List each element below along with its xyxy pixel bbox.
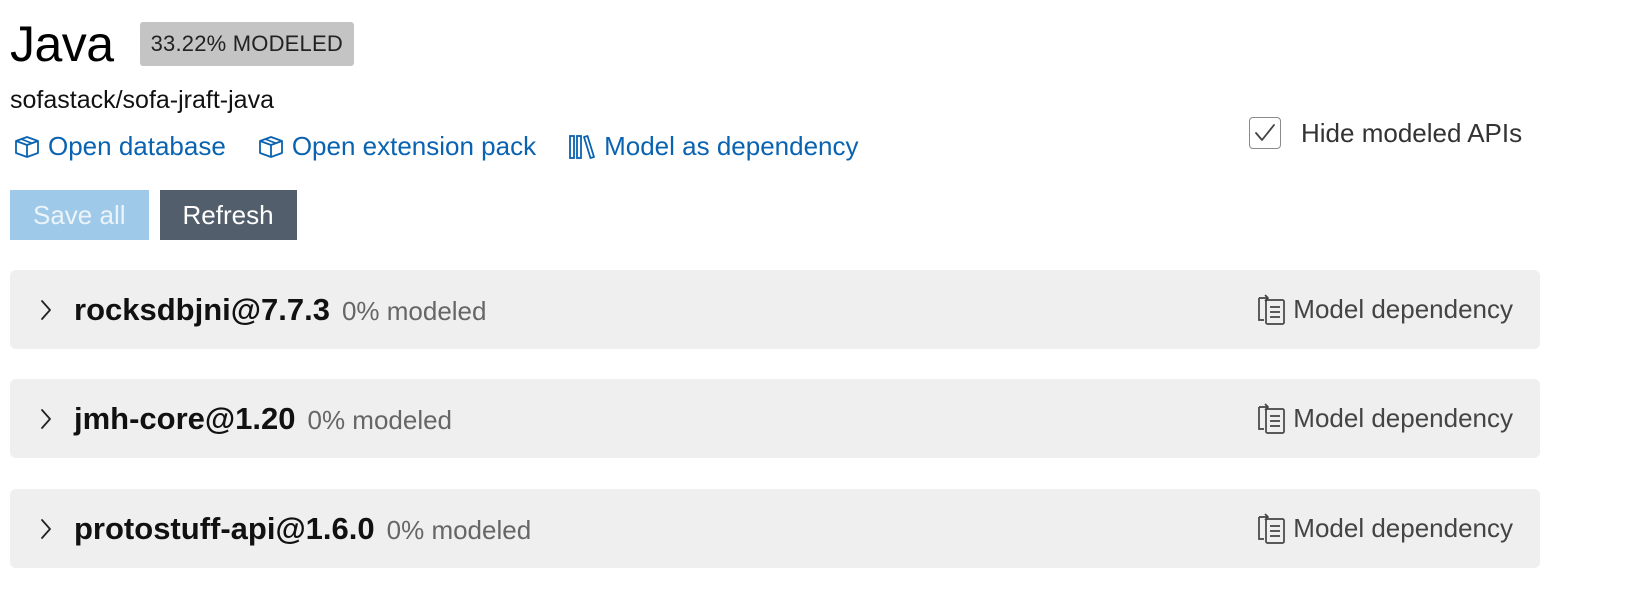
- dependency-row[interactable]: protostuff-api@1.6.0 0% modeled Model de…: [10, 489, 1540, 568]
- dependency-modeled-percentage: 0% modeled: [341, 295, 487, 326]
- refresh-button[interactable]: Refresh: [159, 190, 297, 240]
- model-as-dependency-label: Model as dependency: [604, 131, 859, 161]
- dependency-name: protostuff-api@1.6.0: [74, 510, 375, 546]
- action-links: Open database Open extension pack Model …: [14, 131, 891, 162]
- dependency-row[interactable]: rocksdbjni@7.7.3 0% modeled Model depend…: [10, 270, 1540, 349]
- model-dependency-icon: [1258, 402, 1286, 434]
- dependency-title: protostuff-api@1.6.0 0% modeled: [74, 511, 531, 547]
- model-dependency-button[interactable]: Model dependency: [1255, 512, 1513, 545]
- hide-modeled-apis-label: Hide modeled APIs: [1301, 117, 1523, 148]
- open-database-link[interactable]: Open database: [14, 131, 226, 162]
- page-title: Java: [10, 16, 114, 72]
- dependency-row[interactable]: jmh-core@1.20 0% modeled Model dependenc…: [10, 379, 1540, 458]
- dependency-modeled-percentage: 0% modeled: [307, 404, 453, 435]
- checkmark-icon: [1255, 124, 1275, 141]
- model-dependency-icon: [1258, 512, 1286, 544]
- model-dependency-button[interactable]: Model dependency: [1255, 402, 1513, 435]
- chevron-right-icon[interactable]: [38, 407, 54, 431]
- chevron-right-icon[interactable]: [38, 298, 54, 322]
- open-extension-pack-label: Open extension pack: [291, 131, 537, 161]
- package-icon: [258, 135, 283, 158]
- hide-modeled-apis-checkbox[interactable]: [1249, 117, 1281, 149]
- open-extension-pack-link[interactable]: Open extension pack: [258, 131, 536, 162]
- dependency-title: rocksdbjni@7.7.3 0% modeled: [74, 292, 486, 328]
- package-icon: [15, 135, 39, 158]
- model-dependency-label: Model dependency: [1293, 513, 1513, 543]
- dependency-modeled-percentage: 0% modeled: [386, 514, 532, 545]
- modeled-percentage-badge: 33.22% MODELED: [139, 22, 354, 66]
- model-editor-page: Java 33.22% MODELED sofastack/sofa-jraft…: [0, 0, 1642, 614]
- dependency-name: rocksdbjni@7.7.3: [74, 291, 330, 327]
- dependency-title: jmh-core@1.20 0% modeled: [74, 401, 452, 437]
- open-database-label: Open database: [48, 131, 226, 161]
- model-dependency-icon: [1258, 293, 1286, 325]
- header: Java 33.22% MODELED: [10, 12, 354, 76]
- model-dependency-label: Model dependency: [1293, 294, 1513, 324]
- toolbar: Save all Refresh: [10, 190, 297, 240]
- dependency-name: jmh-core@1.20: [74, 400, 296, 436]
- library-icon: [569, 134, 595, 159]
- hide-modeled-apis-toggle[interactable]: Hide modeled APIs: [1249, 117, 1522, 149]
- save-all-button[interactable]: Save all: [10, 190, 149, 240]
- model-dependency-button[interactable]: Model dependency: [1255, 293, 1513, 326]
- model-as-dependency-link[interactable]: Model as dependency: [568, 131, 859, 162]
- repository-name: sofastack/sofa-jraft-java: [10, 86, 274, 114]
- model-dependency-label: Model dependency: [1293, 403, 1513, 433]
- chevron-right-icon[interactable]: [38, 517, 54, 541]
